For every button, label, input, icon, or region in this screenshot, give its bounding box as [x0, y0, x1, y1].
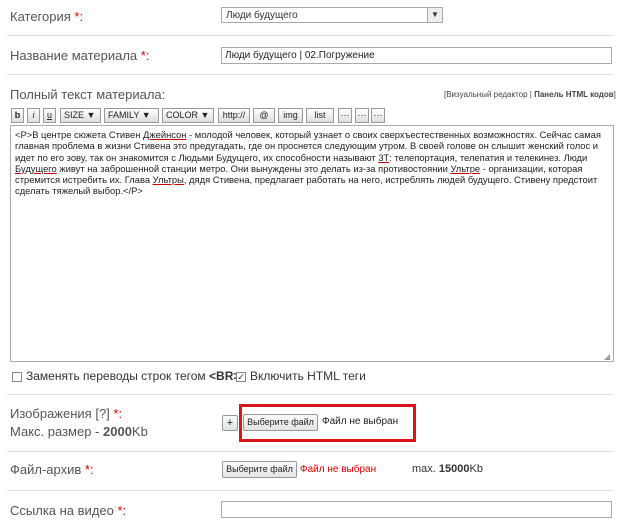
divider [7, 490, 613, 491]
more-button-2[interactable]: ··· [355, 108, 369, 123]
category-select[interactable]: Люди будущего ▼ [221, 7, 443, 23]
spellcheck-word: Будущего [15, 162, 57, 174]
enable-html-label: Включить HTML теги [250, 369, 366, 383]
image-no-file-text: Файл не выбран [322, 416, 399, 427]
spellcheck-word: Ультры [152, 174, 184, 186]
video-url-input[interactable] [221, 501, 612, 518]
family-select[interactable]: FAMILY ▼ [104, 108, 159, 123]
chevron-down-icon: ▼ [141, 110, 151, 120]
size-label: SIZE [64, 110, 85, 120]
text-segment: живут на заброшенной станции метро. Они … [56, 162, 451, 174]
chevron-down-icon: ▼ [427, 8, 442, 22]
title-label-text: Название материала [10, 48, 138, 63]
image-button[interactable]: img [278, 108, 303, 123]
archive-label-text: Файл-архив [10, 462, 82, 477]
fulltext-label: Полный текст материала: [10, 87, 166, 102]
images-label: Изображения [?] *: [10, 406, 122, 421]
archive-no-file-text: Файл не выбран [300, 464, 377, 475]
images-size-prefix: Макс. размер - [10, 424, 103, 439]
images-max-size: Макс. размер - 2000Kb [10, 424, 148, 439]
help-link[interactable]: [?] [95, 406, 109, 421]
size-select[interactable]: SIZE ▼ [60, 108, 101, 123]
category-label: Категория *: [10, 9, 83, 24]
spellcheck-word: 3Т [378, 151, 390, 163]
visual-editor-link[interactable]: [Визуальный редактор [444, 90, 528, 99]
chevron-down-icon: ▼ [86, 110, 96, 120]
more-button-1[interactable]: ··· [338, 108, 352, 123]
required-marker: *: [84, 462, 94, 477]
archive-max-prefix: max. [412, 463, 439, 475]
video-label-text: Ссылка на видео [10, 503, 114, 518]
required-marker: *: [140, 48, 150, 63]
underline-button[interactable]: u [43, 108, 56, 123]
required-marker: *: [113, 406, 123, 421]
text-segment: <P>В центре сюжета Стивен [15, 129, 144, 140]
list-button[interactable]: list [306, 108, 334, 123]
italic-button[interactable]: i [27, 108, 40, 123]
spellcheck-word: Ультре [450, 162, 481, 174]
divider [7, 35, 613, 36]
color-select[interactable]: COLOR ▼ [162, 108, 214, 123]
archive-label: Файл-архив *: [10, 462, 94, 477]
replace-br-checkbox[interactable] [12, 372, 22, 382]
add-image-button[interactable]: + [222, 415, 238, 431]
bracket: ] [613, 90, 616, 99]
divider [7, 394, 613, 395]
video-label: Ссылка на видео *: [10, 503, 126, 518]
archive-max-unit: Kb [469, 463, 483, 475]
images-label-text: Изображения [10, 406, 92, 421]
text-segment: : телепортация, телепатия и телекинез. Л… [389, 151, 588, 163]
enable-html-checkbox[interactable]: ✓ [236, 372, 246, 382]
email-button[interactable]: @ [253, 108, 275, 123]
images-size-value: 2000 [103, 424, 132, 439]
replace-br-label: Заменять переводы строк тегом <BR> [26, 369, 240, 383]
archive-max-value: 15000 [438, 463, 470, 475]
bold-button[interactable]: b [11, 108, 24, 123]
chevron-down-icon: ▼ [200, 110, 210, 120]
required-marker: *: [74, 9, 84, 24]
editor-mode-switch: [Визуальный редактор | Панель HTML кодов… [444, 90, 616, 99]
link-button[interactable]: http:// [218, 108, 250, 123]
archive-max-size: max. 15000Kb [412, 463, 483, 475]
divider [7, 451, 613, 452]
category-label-text: Категория [10, 9, 71, 24]
fulltext-textarea[interactable]: <P>В центре сюжета Стивен Джейнсон - мол… [10, 125, 614, 362]
more-button-3[interactable]: ··· [371, 108, 385, 123]
color-label: COLOR [166, 110, 199, 120]
title-input[interactable]: Люди будущего | 02.Погружение [221, 47, 612, 64]
category-value: Люди будущего [226, 10, 298, 21]
image-choose-file-button[interactable]: Выберите файл [243, 414, 318, 431]
resize-handle-icon[interactable]: ◢ [604, 352, 610, 361]
divider [7, 74, 613, 75]
images-size-unit: Kb [131, 424, 148, 439]
family-label: FAMILY [108, 110, 140, 120]
required-marker: *: [117, 503, 127, 518]
replace-br-text: Заменять переводы строк тегом [26, 369, 210, 383]
html-panel-link[interactable]: Панель HTML кодов [534, 90, 614, 99]
archive-choose-file-button[interactable]: Выберите файл [222, 461, 297, 478]
title-label: Название материала *: [10, 48, 149, 63]
spellcheck-word: Джейнсон [143, 129, 187, 140]
